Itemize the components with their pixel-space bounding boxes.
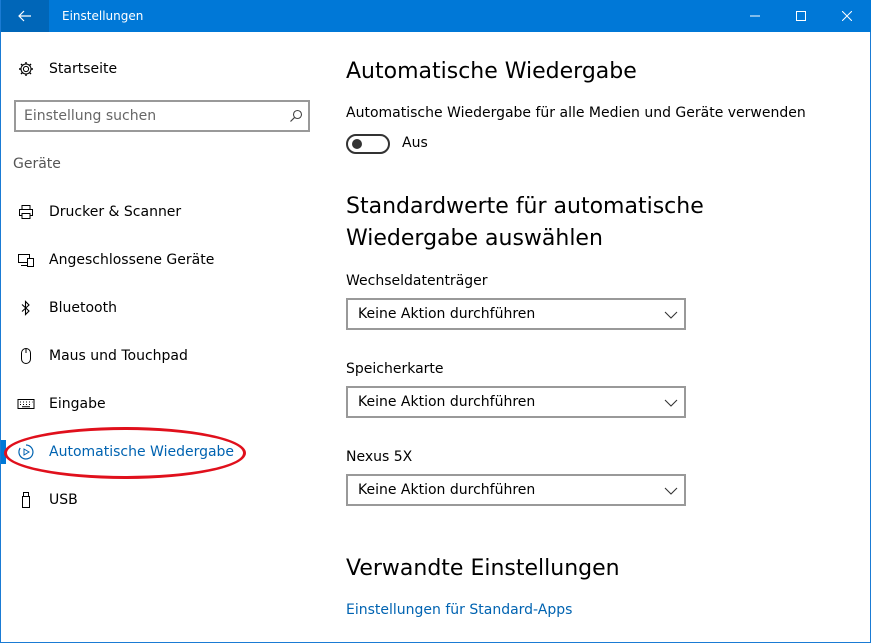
toggle-state-label: Aus (402, 135, 428, 151)
close-button[interactable] (824, 0, 870, 32)
chevron-down-icon (664, 311, 678, 319)
title-bar: Einstellungen (1, 0, 871, 32)
removable-drive-select[interactable]: Keine Aktion durchführen (346, 298, 686, 330)
search-input[interactable] (24, 107, 274, 125)
autoplay-toggle[interactable] (346, 134, 390, 154)
back-arrow-icon (18, 10, 31, 22)
toggle-description: Automatische Wiedergabe für alle Medien … (346, 105, 806, 121)
sidebar-item-label: Maus und Touchpad (49, 348, 188, 364)
search-icon (290, 109, 303, 122)
removable-drive-label: Wechseldatenträger (346, 273, 488, 289)
printer-icon (17, 203, 35, 221)
minimize-icon (750, 15, 760, 17)
back-button[interactable] (1, 0, 49, 32)
chevron-down-icon (664, 487, 678, 495)
default-apps-link[interactable]: Einstellungen für Standard-Apps (346, 602, 572, 618)
minimize-button[interactable] (732, 0, 778, 32)
settings-window: Einstellungen Startseite Einstellung suc… (0, 0, 871, 643)
related-settings-title: Verwandte Einstellungen (346, 556, 620, 581)
usb-icon (17, 491, 35, 509)
nav-home-label: Startseite (49, 61, 118, 77)
maximize-icon (796, 11, 806, 21)
gear-icon (17, 60, 35, 78)
sidebar-item-mouse[interactable]: Maus und Touchpad (1, 336, 323, 376)
main-content: Automatische Wiedergabe Automatische Wie… (346, 32, 856, 642)
sidebar-item-usb[interactable]: USB (1, 480, 323, 520)
bluetooth-icon (17, 299, 35, 317)
sidebar-item-label: Automatische Wiedergabe (49, 444, 235, 460)
keyboard-icon (17, 395, 35, 413)
sidebar-item-label: Drucker & Scanner (49, 204, 182, 220)
select-value: Keine Aktion durchführen (358, 394, 536, 410)
select-value: Keine Aktion durchführen (358, 306, 536, 322)
sidebar-item-label: Bluetooth (49, 300, 117, 316)
sidebar-item-printers[interactable]: Drucker & Scanner (1, 192, 323, 232)
sidebar-item-label: USB (49, 492, 78, 508)
devices-icon (17, 251, 35, 269)
autoplay-icon (17, 443, 35, 461)
window-title: Einstellungen (62, 9, 144, 23)
close-icon (842, 11, 852, 21)
memory-card-label: Speicherkarte (346, 361, 444, 377)
sidebar-item-label: Eingabe (49, 396, 106, 412)
page-title: Automatische Wiedergabe (346, 59, 637, 84)
section-title: Geräte (13, 156, 61, 172)
nexus-select[interactable]: Keine Aktion durchführen (346, 474, 686, 506)
mouse-icon (17, 347, 35, 365)
nav-home[interactable]: Startseite (1, 49, 323, 89)
toggle-knob (352, 139, 362, 149)
sidebar-item-autoplay[interactable]: Automatische Wiedergabe (1, 432, 323, 472)
search-box[interactable] (14, 100, 310, 132)
select-value: Keine Aktion durchführen (358, 482, 536, 498)
nexus-label: Nexus 5X (346, 449, 413, 465)
sidebar-item-label: Angeschlossene Geräte (49, 252, 215, 268)
defaults-title-line1: Standardwerte für automatische (346, 194, 704, 219)
maximize-button[interactable] (778, 0, 824, 32)
sidebar-item-bluetooth[interactable]: Bluetooth (1, 288, 323, 328)
sidebar: Startseite Geräte Drucker & Scanner (1, 32, 323, 642)
memory-card-select[interactable]: Keine Aktion durchführen (346, 386, 686, 418)
defaults-title-line2: Wiedergabe auswählen (346, 226, 603, 251)
sidebar-item-connected-devices[interactable]: Angeschlossene Geräte (1, 240, 323, 280)
sidebar-item-typing[interactable]: Eingabe (1, 384, 323, 424)
chevron-down-icon (664, 399, 678, 407)
active-indicator (1, 440, 6, 464)
